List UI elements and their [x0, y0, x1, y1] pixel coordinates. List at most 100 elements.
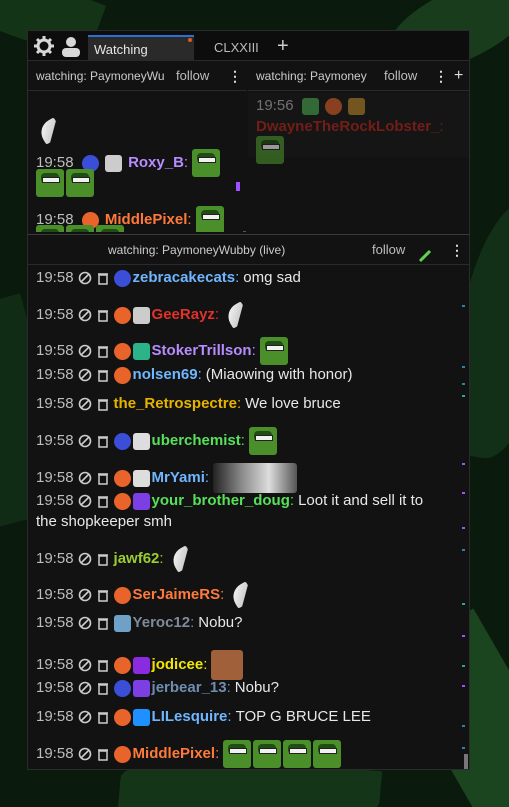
- emote-row: [36, 169, 96, 197]
- add-tab-button[interactable]: +: [277, 34, 289, 58]
- timestamp: 19:58: [36, 585, 74, 603]
- mod-sword-icon[interactable]: [418, 244, 432, 274]
- delete-icon[interactable]: [96, 658, 110, 672]
- message-continuation: the shopkeeper smh: [36, 513, 172, 530]
- timestamp: 19:58: [36, 269, 74, 286]
- delete-icon[interactable]: [96, 344, 110, 358]
- ban-icon[interactable]: [78, 344, 92, 358]
- username[interactable]: GeeRayz: [152, 306, 215, 323]
- ban-icon[interactable]: [78, 271, 92, 285]
- more-options-icon[interactable]: ⋮: [450, 235, 464, 265]
- username[interactable]: jodicee: [152, 656, 204, 673]
- scroll-marker: [462, 725, 465, 727]
- pepe-emote: [223, 740, 252, 768]
- ban-icon[interactable]: [78, 494, 92, 508]
- delete-icon[interactable]: [96, 271, 110, 285]
- ban-icon[interactable]: [78, 658, 92, 672]
- scroll-marker: [462, 527, 465, 529]
- username[interactable]: your_brother_doug: [152, 492, 290, 509]
- follow-button[interactable]: follow: [176, 61, 209, 91]
- pepe-emote: [259, 337, 288, 365]
- feather-emote: [223, 301, 251, 329]
- scrollbar[interactable]: [243, 231, 246, 232]
- ban-icon[interactable]: [78, 616, 92, 630]
- add-split-button[interactable]: +: [454, 61, 463, 91]
- scroll-marker: [462, 395, 465, 397]
- tab-watching-filter[interactable]: Watching Filter✕: [88, 35, 194, 84]
- delete-icon[interactable]: [96, 710, 110, 724]
- username[interactable]: MrYami: [152, 469, 205, 486]
- delete-icon[interactable]: [96, 747, 110, 761]
- scroll-marker: [462, 463, 465, 465]
- username[interactable]: Yeroc12: [133, 614, 191, 631]
- delete-icon[interactable]: [96, 494, 110, 508]
- timestamp: 19:58: [36, 468, 74, 486]
- username[interactable]: uberchemist: [152, 432, 241, 449]
- badge-icon: [348, 97, 366, 115]
- bottom-split: watching: PaymoneyWubby (live) follow ⋮ …: [28, 234, 469, 769]
- pepe-emote: [36, 169, 64, 197]
- username[interactable]: SerJaimeRS: [133, 586, 221, 603]
- timestamp: 19:58: [36, 366, 74, 383]
- timestamp: 19:58: [36, 655, 74, 673]
- delete-icon[interactable]: [96, 308, 110, 322]
- ban-icon[interactable]: [78, 434, 92, 448]
- delete-icon[interactable]: [96, 588, 110, 602]
- username[interactable]: the_Retrospectre: [114, 395, 237, 412]
- user-icon[interactable]: [60, 35, 82, 57]
- username[interactable]: LILesquire: [152, 708, 228, 725]
- username[interactable]: Roxy_B: [128, 154, 184, 171]
- badge-icon: [132, 656, 150, 674]
- delete-icon[interactable]: [96, 616, 110, 630]
- badge-icon: [113, 342, 131, 360]
- timestamp: 19:58: [36, 431, 74, 449]
- more-options-icon[interactable]: ⋮: [228, 61, 242, 91]
- ban-icon[interactable]: [78, 552, 92, 566]
- ban-icon[interactable]: [78, 747, 92, 761]
- follow-button[interactable]: follow: [372, 235, 405, 265]
- username[interactable]: zebracakecats: [133, 269, 236, 286]
- ban-icon[interactable]: [78, 308, 92, 322]
- scroll-marker: [462, 665, 465, 667]
- ban-icon[interactable]: [78, 471, 92, 485]
- delete-icon[interactable]: [96, 368, 110, 382]
- follow-button[interactable]: follow: [384, 61, 417, 91]
- ban-icon[interactable]: [78, 397, 92, 411]
- ban-icon[interactable]: [78, 710, 92, 724]
- delete-icon[interactable]: [96, 552, 110, 566]
- scroll-marker: [462, 747, 465, 749]
- delete-icon[interactable]: [96, 397, 110, 411]
- tab-clxxiii[interactable]: CLXXIII: [208, 35, 264, 61]
- badge-icon: [132, 342, 150, 360]
- scroll-marker: [462, 305, 465, 307]
- username[interactable]: jerbear_13: [152, 679, 227, 696]
- username[interactable]: jawf62: [114, 550, 160, 567]
- ban-icon[interactable]: [78, 588, 92, 602]
- delete-icon[interactable]: [96, 434, 110, 448]
- username[interactable]: MiddlePixel: [133, 745, 216, 762]
- scroll-marker: [462, 366, 465, 368]
- message-text: Nobu?: [198, 614, 243, 631]
- ban-icon[interactable]: [78, 681, 92, 695]
- timestamp: 19:58: [36, 341, 74, 359]
- more-options-icon[interactable]: ⋮: [434, 61, 448, 91]
- username[interactable]: DwayneTheRockLobster_: [256, 118, 439, 135]
- username[interactable]: nolsen69: [133, 366, 198, 383]
- ban-icon[interactable]: [78, 368, 92, 382]
- pepe-emote: [192, 149, 221, 177]
- username[interactable]: StokerTrillson: [152, 342, 252, 359]
- badge-icon: [113, 679, 131, 697]
- badge-icon: [324, 97, 342, 115]
- badge-icon: [132, 708, 150, 726]
- delete-icon[interactable]: [96, 681, 110, 695]
- chat-message: 19:58 the_Retrospectre: We love bruce: [36, 395, 341, 412]
- chat-message: 19:58 zebracakecats: omg sad: [36, 269, 301, 287]
- scrollbar[interactable]: [464, 754, 468, 769]
- channel-label: watching: Paymoney: [256, 69, 367, 83]
- chat-message: 19:58 GeeRayz:: [36, 301, 251, 329]
- split-header: watching: PaymoneyWu follow ⋮: [28, 61, 247, 91]
- delete-icon[interactable]: [96, 471, 110, 485]
- gear-icon[interactable]: [33, 35, 55, 57]
- split-header: watching: PaymoneyWubby (live) follow ⋮: [28, 235, 469, 265]
- chat-message: 19:58 jodicee:: [36, 650, 245, 680]
